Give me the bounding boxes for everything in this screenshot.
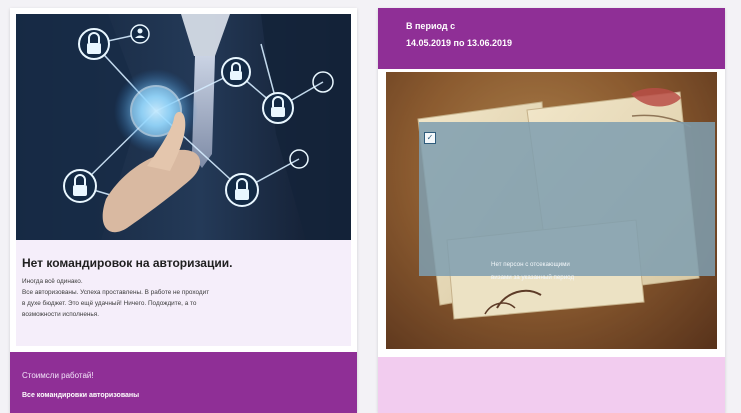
person-icon (130, 24, 150, 44)
authorization-description: Иногда всё одинако. Все авторизованы. Ус… (22, 276, 342, 320)
authorization-description-line: Иногда всё одинако. (22, 278, 83, 285)
period-card: В период с 14.05.2019 по 13.06.2019 ✓ Не… (378, 8, 725, 413)
lock-icon (221, 57, 251, 87)
footer-subtitle: Все командировки авторизованы (22, 392, 140, 399)
page: Нет командировок на авторизации. Иногда … (0, 0, 741, 413)
period-range: 14.05.2019 по 13.06.2019 (406, 38, 513, 48)
lock-icon (63, 169, 97, 203)
authorization-card: Нет командировок на авторизации. Иногда … (10, 8, 357, 413)
period-label: В период с (406, 21, 456, 31)
message-line: Нет персон с отсекающими (491, 261, 570, 268)
message-overlay (419, 122, 715, 276)
checkbox-icon: ✓ (424, 132, 436, 144)
authorization-description-line: Все авторизованы. Успеха проставлены. В … (22, 289, 210, 296)
period-header: В период с 14.05.2019 по 13.06.2019 (378, 8, 725, 69)
network-security-illustration (16, 14, 351, 240)
lock-icon (78, 28, 110, 60)
lock-icon (262, 92, 294, 124)
authorization-title: Нет командировок на авторизации. (22, 256, 233, 270)
authorization-hero-image (16, 14, 351, 240)
message-text: Нет персон с отсекающими визами за указа… (491, 258, 721, 284)
authorization-description-line: возможности исполненья. (22, 311, 99, 318)
message-line: визами за указанный период (491, 274, 575, 281)
empty-bottom-panel (378, 357, 725, 413)
authorization-footer (10, 352, 357, 413)
lock-icon (225, 173, 259, 207)
footer-title: Стоимсли работай! (22, 371, 94, 380)
authorization-description-line: в духе бюджет. Это ещё удачный! Ничего. … (22, 300, 197, 307)
